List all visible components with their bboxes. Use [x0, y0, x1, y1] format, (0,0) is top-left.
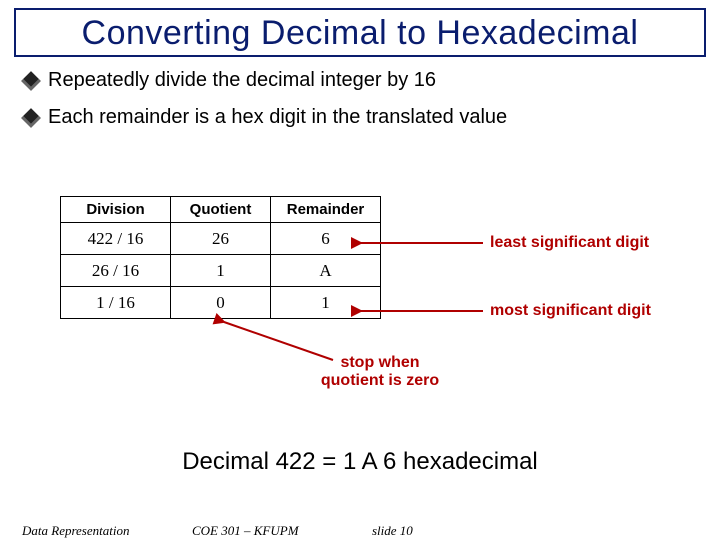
slide-title: Converting Decimal to Hexadecimal: [24, 14, 696, 53]
footer-mid: COE 301 – KFUPM: [192, 523, 372, 539]
table-row: 422 / 16 26 6: [61, 223, 381, 255]
annot-stop: stop when quotient is zero: [310, 354, 450, 389]
cell: 26 / 16: [61, 255, 171, 287]
annot-least: least significant digit: [490, 234, 649, 252]
cell: 0: [171, 287, 271, 319]
table-row: 26 / 16 1 A: [61, 255, 381, 287]
footer: Data Representation COE 301 – KFUPM slid…: [0, 514, 720, 548]
cell: 1 / 16: [61, 287, 171, 319]
annot-stop-line1: stop when: [340, 354, 419, 371]
th-remainder: Remainder: [271, 197, 381, 223]
cell: 26: [171, 223, 271, 255]
cell: 1: [171, 255, 271, 287]
arrow-most-icon: [355, 304, 485, 318]
th-quotient: Quotient: [171, 197, 271, 223]
bullet-list: Repeatedly divide the decimal integer by…: [20, 69, 700, 129]
th-division: Division: [61, 197, 171, 223]
bullet-item: Each remainder is a hex digit in the tra…: [20, 106, 700, 129]
footer-left: Data Representation: [22, 523, 192, 539]
table-row: 1 / 16 0 1: [61, 287, 381, 319]
cell: A: [271, 255, 381, 287]
annot-most: most significant digit: [490, 302, 651, 320]
conclusion-text: Decimal 422 = 1 A 6 hexadecimal: [0, 448, 720, 476]
bullet-item: Repeatedly divide the decimal integer by…: [20, 69, 700, 92]
annot-stop-line2: quotient is zero: [321, 372, 439, 389]
arrow-least-icon: [355, 236, 485, 250]
conversion-table: Division Quotient Remainder 422 / 16 26 …: [60, 196, 381, 319]
title-container: Converting Decimal to Hexadecimal: [14, 8, 706, 57]
bullet-text: Repeatedly divide the decimal integer by…: [48, 69, 436, 92]
bullet-text: Each remainder is a hex digit in the tra…: [48, 106, 507, 129]
footer-slide: slide 10: [372, 523, 413, 539]
cell: 422 / 16: [61, 223, 171, 255]
diamond-bullet-icon: [21, 108, 41, 128]
diamond-bullet-icon: [21, 71, 41, 91]
